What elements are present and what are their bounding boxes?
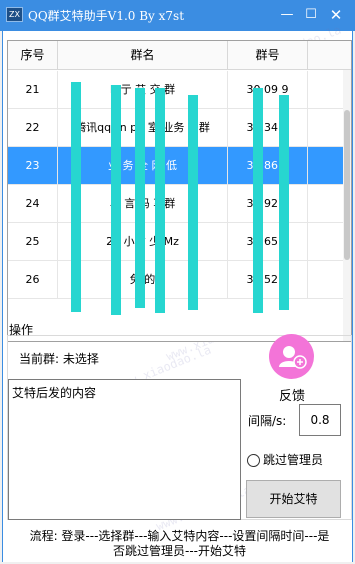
row-group-number: 30 09 9: [228, 71, 308, 109]
window-title: QQ群艾特助手V1.0 By x7st: [28, 9, 185, 23]
close-button[interactable]: ✕: [325, 5, 347, 25]
row-spare-cell: [308, 109, 344, 147]
row-index: 25: [8, 223, 58, 261]
table-row[interactable]: 2524 小时 少 Mz36 65 4: [8, 223, 344, 261]
row-spare-cell: [308, 147, 344, 185]
row-index: 26: [8, 261, 58, 299]
table-header: 序号 群名 群号: [8, 41, 351, 70]
row-spare-cell: [308, 71, 344, 109]
app-icon: ZX: [6, 7, 23, 22]
radio-circle-icon[interactable]: [247, 454, 260, 467]
scrollbar-thumb[interactable]: [344, 110, 350, 260]
message-content-input[interactable]: 艾特后发的内容: [8, 379, 241, 520]
row-spare-cell: [308, 261, 344, 299]
table-row[interactable]: 23业 务 全 网 低33 86 4: [8, 147, 344, 185]
process-description: 流程: 登录---选择群---输入艾特内容---设置间隔时间---是 否跳过管理…: [9, 529, 350, 559]
skip-admin-radio[interactable]: 跳过管理员: [247, 451, 323, 467]
redaction-mark: [111, 85, 121, 315]
row-group-number: 31 34 1: [228, 109, 308, 147]
row-index: 21: [8, 71, 58, 109]
table-row[interactable]: 26免 的36 52 7: [8, 261, 344, 299]
table-row[interactable]: 21K 亍 艾 交 群30 09 9: [8, 71, 344, 109]
maximize-button[interactable]: ☐: [300, 5, 322, 25]
redaction-mark: [253, 88, 263, 313]
interval-label: 间隔/s:: [248, 414, 287, 428]
row-spare-cell: [308, 223, 344, 261]
column-header-group-number[interactable]: 群号: [228, 41, 308, 70]
redaction-mark: [71, 82, 81, 312]
table-row[interactable]: 24易 言 码 享群36 92 4: [8, 185, 344, 223]
row-index: 22: [8, 109, 58, 147]
add-user-icon[interactable]: [269, 334, 314, 379]
row-group-number: 33 86 4: [228, 147, 308, 185]
operation-panel-label: 操作: [9, 323, 34, 337]
table-row[interactable]: 22腾讯qq&n p : 室 业务 刷群31 34 1: [8, 109, 344, 147]
window-body: www.xiaodao.la www.xiaodao.la www.xiaoda…: [2, 23, 353, 562]
skip-admin-label: 跳过管理员: [263, 453, 324, 467]
feedback-link[interactable]: 反馈: [279, 385, 305, 404]
table-scrollbar[interactable]: [343, 70, 351, 341]
row-group-number: 36 52 7: [228, 261, 308, 299]
redaction-mark: [279, 95, 289, 310]
table-body: 21K 亍 艾 交 群30 09 922腾讯qq&n p : 室 业务 刷群31…: [8, 71, 344, 299]
title-bar[interactable]: ZX QQ群艾特助手V1.0 By x7st — ☐ ✕: [0, 0, 355, 31]
start-mention-button[interactable]: 开始艾特: [246, 480, 341, 518]
row-index: 24: [8, 185, 58, 223]
group-table[interactable]: 序号 群名 群号 21K 亍 艾 交 群30 09 922腾讯qq&n p : …: [7, 40, 352, 342]
minimize-button[interactable]: —: [276, 5, 298, 25]
redaction-mark: [188, 95, 198, 310]
row-index: 23: [8, 147, 58, 185]
column-header-group-name[interactable]: 群名: [58, 41, 228, 70]
interval-input[interactable]: 0.8: [299, 404, 341, 436]
process-line: 否跳过管理员---开始艾特: [113, 544, 246, 558]
column-header-index[interactable]: 序号: [8, 41, 58, 70]
redaction-mark: [155, 88, 165, 313]
row-group-number: 36 65 4: [228, 223, 308, 261]
row-group-number: 36 92 4: [228, 185, 308, 223]
row-spare-cell: [308, 185, 344, 223]
process-line: 流程: 登录---选择群---输入艾特内容---设置间隔时间---是: [29, 529, 330, 543]
redaction-mark: [135, 88, 145, 308]
current-group-label: 当前群: 未选择: [19, 352, 99, 366]
